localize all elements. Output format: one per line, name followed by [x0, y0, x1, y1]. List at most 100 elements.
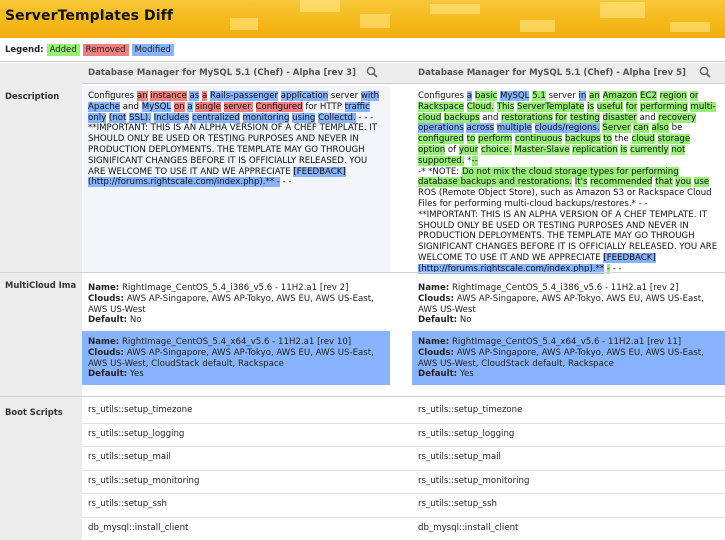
boot-script-right: rs_utils::setup_mail [418, 452, 501, 462]
boot-script-right: rs_utils::setup_logging [418, 428, 515, 439]
added-text: region [659, 91, 687, 101]
image-default: Yes [459, 369, 474, 380]
added-text: performing [640, 101, 688, 112]
default-label: Default: [88, 315, 128, 326]
added-text: useful [596, 101, 623, 112]
name-label: Name: [418, 337, 450, 347]
boot-script-left: rs_utils::setup_timezone [88, 405, 193, 415]
column-header-right: Database Manager for MySQL 5.1 (Chef) - … [412, 63, 725, 84]
image-name: RightImage_CentOS_5.4_x64_v5.6 - 11H2.a1… [451, 337, 682, 347]
added-text: Cloud. [466, 101, 494, 112]
modified-text: MySQL [499, 91, 530, 101]
description-text: of [445, 144, 459, 155]
name-label: Name: [88, 337, 120, 347]
image-name: RightImage_CentOS_5.4_i386_v5.6 - 11H2.a… [121, 283, 349, 293]
description-text: - - [279, 177, 292, 188]
description-text: server [328, 91, 361, 101]
added-text: -- [471, 155, 478, 166]
modified-text: Collectd. [318, 112, 356, 123]
clouds-label: Clouds: [88, 293, 124, 304]
image-default: No [129, 315, 142, 326]
divider [0, 272, 725, 273]
added-text: backups [565, 134, 601, 145]
magnifier-icon[interactable] [366, 66, 378, 78]
image-default: No [459, 315, 472, 326]
image-clouds: AWS AP-Singapore, AWS AP-Tokyo, AWS EU, … [88, 293, 374, 315]
boot-script-left: rs_utils::setup_mail [88, 452, 171, 462]
modified-text: using [292, 112, 316, 123]
description-text: Configures [88, 91, 137, 101]
title-bar-decoration [230, 18, 258, 30]
added-text: for [555, 112, 568, 123]
boot-script-left: rs_utils::setup_logging [88, 428, 185, 439]
modified-text: [FEEDBACK] [603, 252, 656, 263]
modified-text: (not [108, 112, 127, 123]
added-text: supported. [418, 155, 465, 166]
title-bar-decoration [670, 22, 710, 32]
column-header-left: Database Manager for MySQL 5.1 (Chef) - … [82, 63, 390, 84]
modified-text: a [187, 101, 193, 112]
title-bar-decoration [360, 14, 390, 28]
added-text: perform [477, 134, 513, 145]
removed-text: single [195, 101, 221, 112]
added-text: testing [569, 112, 600, 123]
description-text: Configures [418, 91, 467, 101]
added-text: replication [572, 144, 618, 155]
magnifier-icon[interactable] [699, 66, 711, 78]
column-header-right-label: Database Manager for MySQL 5.1 (Chef) - … [418, 68, 686, 78]
image-default: Yes [129, 369, 144, 380]
boot-script-right: db_mysql::install_client [418, 522, 519, 533]
added-text: for [625, 101, 638, 112]
divider [0, 61, 725, 62]
title-bar-decoration [520, 20, 555, 32]
default-label: Default: [88, 369, 128, 380]
row-label-description: Description [5, 91, 60, 101]
added-text: not [671, 144, 686, 155]
description-text: -* *NOTE: [418, 166, 462, 177]
modified-text: operations [418, 123, 464, 134]
description-text: * [464, 155, 472, 166]
image-entry-left-2: Name: RightImage_CentOS_5.4_x64_v5.6 - 1… [82, 331, 390, 385]
added-text: continuous [515, 134, 563, 145]
added-text: cloud [631, 134, 655, 145]
title-bar-decoration [300, 0, 340, 12]
added-text: can [633, 123, 649, 134]
title-bar-decoration [600, 2, 645, 18]
clouds-label: Clouds: [418, 347, 454, 358]
modified-text: traffic [344, 101, 370, 112]
modified-text: multiple [496, 123, 532, 134]
description-text: and [120, 101, 142, 112]
description-text: the [611, 134, 632, 145]
added-text: 5.1 [532, 91, 546, 101]
modified-text: SSL). [129, 112, 151, 123]
added-text: recommended [590, 177, 653, 188]
image-clouds: AWS AP-Singapore, AWS AP-Tokyo, AWS EU, … [418, 293, 704, 315]
added-text: is [587, 101, 595, 112]
legend-added: Added [46, 44, 80, 56]
added-text: configured [418, 134, 464, 145]
image-entry-left-1: Name: RightImage_CentOS_5.4_i386_v5.6 - … [82, 277, 390, 327]
added-text: disaster [602, 112, 637, 123]
modified-text: MySQL [141, 101, 172, 112]
added-text: currently [630, 144, 669, 155]
image-name: RightImage_CentOS_5.4_i386_v5.6 - 11H2.a… [451, 283, 679, 293]
added-text: backups [444, 112, 480, 123]
modified-text: as [189, 91, 200, 101]
image-entry-right-1: Name: RightImage_CentOS_5.4_i386_v5.6 - … [412, 277, 725, 327]
added-text: you [675, 177, 692, 188]
removed-text: server. [223, 101, 253, 112]
added-text: Server [602, 123, 631, 134]
boot-script-left: db_mysql::install_client [88, 522, 189, 533]
added-text: an [589, 91, 600, 101]
added-text: your [458, 144, 479, 155]
clouds-label: Clouds: [88, 347, 124, 358]
added-text: storage [657, 134, 691, 145]
added-text: option [418, 144, 446, 155]
modified-text: centralized [192, 112, 240, 123]
image-clouds: AWS AP-Singapore, AWS AP-Tokyo, AWS EU, … [418, 347, 704, 369]
column-header-left-label: Database Manager for MySQL 5.1 (Chef) - … [88, 68, 356, 78]
description-left: Configures an instance as a Rails-passen… [82, 86, 390, 272]
description-text: be [668, 123, 683, 134]
image-name: RightImage_CentOS_5.4_x64_v5.6 - 11H2.a1… [121, 337, 352, 347]
added-text: EC2 [640, 91, 657, 101]
